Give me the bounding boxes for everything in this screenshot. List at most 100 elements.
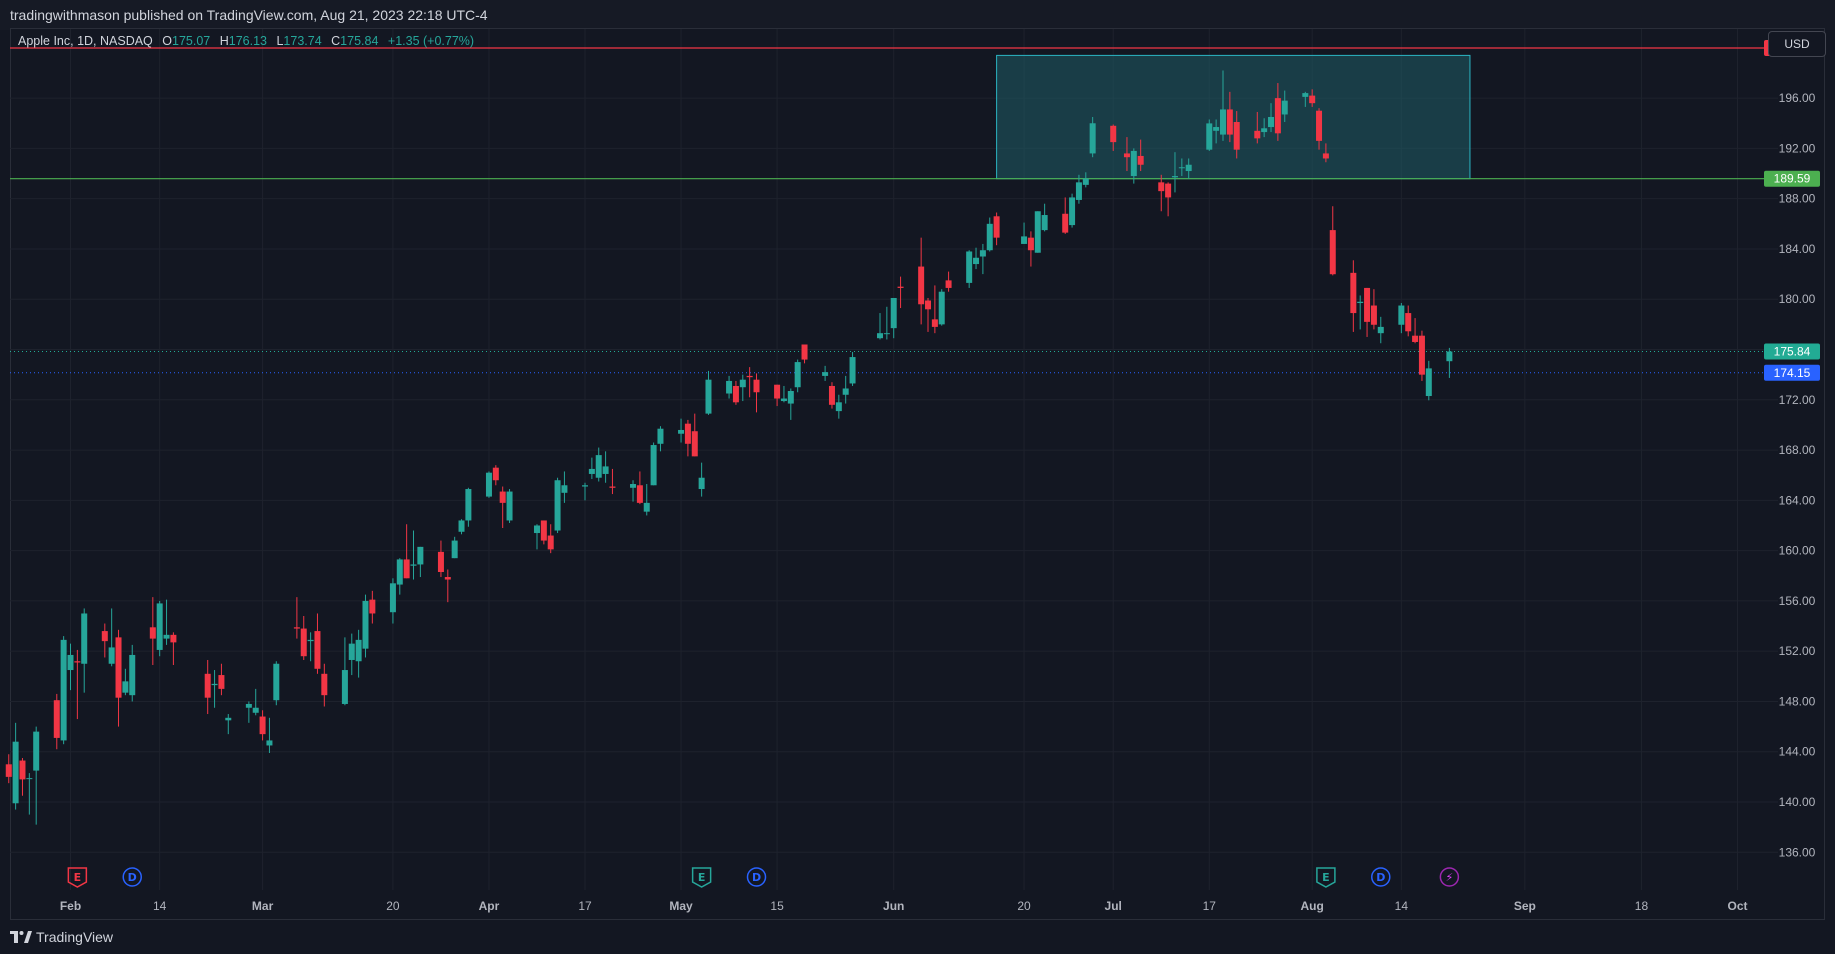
earnings-negative-marker: E xyxy=(67,867,88,888)
candle-2023-05-12 xyxy=(753,373,760,413)
candle-body xyxy=(842,388,849,395)
time-tick-label: Mar xyxy=(252,899,274,913)
candle-2023-03-10 xyxy=(321,663,328,707)
candle-2023-03-03 xyxy=(273,661,280,706)
candle-body xyxy=(1261,128,1268,133)
time-axis[interactable]: Feb 14 Mar 20 Apr 17 May 15 Jun 20 Jul 17 Aug 14 Sep 18… xyxy=(60,899,1748,913)
candle-body xyxy=(499,491,506,503)
candle-2023-08-07 xyxy=(1350,260,1357,332)
price-tick-label: 148.00 xyxy=(1779,694,1816,708)
dividend-marker: D xyxy=(122,867,142,887)
legend-open-value: 175.07 xyxy=(172,34,211,48)
tradingview-brand[interactable]: TradingView xyxy=(10,929,113,945)
price-tick-label: 136.00 xyxy=(1779,845,1816,859)
candle-body xyxy=(60,639,67,741)
candle-2023-08-04 xyxy=(1329,206,1336,276)
candle-body xyxy=(266,740,273,746)
candle-body xyxy=(506,491,513,521)
candle-2023-03-21 xyxy=(396,558,403,595)
candle-2023-04-03 xyxy=(485,471,492,498)
candle-body xyxy=(437,551,444,572)
candle-body xyxy=(485,472,492,497)
candle-body xyxy=(1233,122,1240,150)
earnings-negative-glyph: E xyxy=(74,871,82,884)
price-chart[interactable]: 136.00 140.00 144.00 148.00 152.00 156.00 160.… xyxy=(0,0,1835,954)
price-tick-label: 184.00 xyxy=(1779,242,1816,256)
candle-body xyxy=(458,520,465,532)
candle-2023-02-28 xyxy=(252,688,259,716)
time-tick-label: 15 xyxy=(770,899,784,913)
candle-2023-08-16 xyxy=(1412,318,1419,344)
price-tick-label: 188.00 xyxy=(1779,192,1816,206)
candle-2023-01-27 xyxy=(33,726,40,825)
candle-body xyxy=(1027,237,1034,251)
time-tick-label: Oct xyxy=(1727,899,1747,913)
candle-2023-03-24 xyxy=(417,546,424,578)
candle-2023-08-21 xyxy=(1446,347,1453,378)
time-tick-label: Sep xyxy=(1514,899,1536,913)
candle-2023-05-01 xyxy=(678,418,685,443)
candle-body xyxy=(918,266,925,305)
candle-body xyxy=(163,634,170,639)
candle-2023-04-04 xyxy=(492,465,499,486)
candle-2023-03-08 xyxy=(307,632,314,662)
currency-button[interactable]: USD xyxy=(1768,31,1826,57)
earnings-positive-marker: E xyxy=(1316,867,1336,888)
candle-2023-01-26 xyxy=(26,773,33,815)
candle-body xyxy=(547,535,554,550)
candle-2023-06-05 xyxy=(918,237,925,325)
candle-body xyxy=(897,286,904,288)
candle-2023-03-30 xyxy=(458,519,465,535)
candle-body xyxy=(245,703,252,708)
candle-2023-06-26 xyxy=(1062,197,1069,234)
candle-2023-05-08 xyxy=(726,375,733,399)
price-tick-label: 160.00 xyxy=(1779,544,1816,558)
time-tick-label: May xyxy=(669,899,693,913)
candle-body xyxy=(822,372,829,376)
candle-body xyxy=(835,402,842,412)
candle-body xyxy=(684,423,691,444)
candle-body xyxy=(122,681,129,693)
candle-2023-04-12 xyxy=(547,524,554,554)
legend-high-value: 176.13 xyxy=(228,34,267,48)
candle-body xyxy=(149,627,156,639)
candle-2023-02-16 xyxy=(170,632,177,666)
time-tick-label: 17 xyxy=(1203,899,1217,913)
candle-body xyxy=(774,384,781,399)
dividend-marker: D xyxy=(746,867,767,887)
candle-2023-05-31 xyxy=(883,306,890,340)
candle-2023-02-21 xyxy=(204,659,211,715)
candlestick-series xyxy=(5,70,1453,825)
candle-body xyxy=(465,489,472,521)
candle-body xyxy=(1069,197,1076,226)
candle-body xyxy=(753,379,760,393)
candle-body xyxy=(204,673,211,698)
candle-body xyxy=(170,634,177,643)
candle-body xyxy=(1082,178,1089,185)
candle-body xyxy=(650,445,657,486)
candle-body xyxy=(1398,305,1405,325)
time-tick-label: 14 xyxy=(153,899,167,913)
candle-body xyxy=(1405,313,1412,332)
candle-body xyxy=(1322,153,1329,159)
candle-body xyxy=(1171,176,1178,178)
candle-body xyxy=(156,603,163,650)
time-tick-label: Apr xyxy=(479,899,500,913)
candle-2023-05-23 xyxy=(828,382,835,409)
legend-high-label: H xyxy=(219,34,229,48)
candle-body xyxy=(108,647,115,664)
price-tick-label: 140.00 xyxy=(1779,795,1816,809)
support-price-tag-text: 189.59 xyxy=(1774,172,1811,186)
candle-2023-04-05 xyxy=(499,486,506,529)
candle-body xyxy=(5,764,12,777)
earnings-positive-marker: E xyxy=(691,867,712,888)
candle-2023-02-27 xyxy=(245,701,252,723)
candle-2023-04-24 xyxy=(630,480,637,502)
candle-2023-04-20 xyxy=(602,451,609,483)
candle-2023-06-23 xyxy=(1041,203,1048,232)
candle-2023-04-19 xyxy=(595,447,602,482)
candle-body xyxy=(1185,164,1192,172)
earnings-positive-glyph: E xyxy=(698,871,706,884)
candle-2023-06-01 xyxy=(890,297,897,339)
candle-body xyxy=(1357,301,1364,304)
